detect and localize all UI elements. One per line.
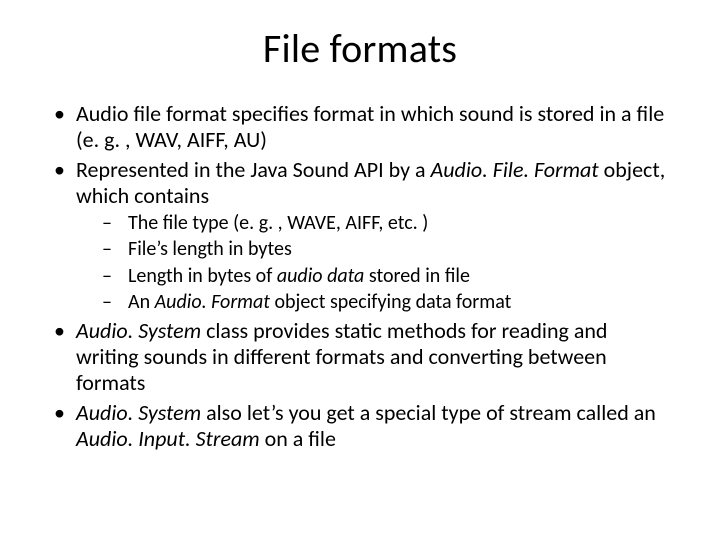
emphasis-text: Audio. System [76, 317, 201, 344]
bullet-text: object specifying data format [270, 290, 511, 314]
bullet-text: Audio file format specifies format in wh… [76, 100, 664, 153]
bullet-text: File’s length in bytes [128, 237, 292, 261]
bullet-list: Audio file format specifies format in wh… [50, 101, 670, 452]
sub-bullet-item: File’s length in bytes [76, 237, 670, 261]
bullet-item: Audio file format specifies format in wh… [50, 101, 670, 153]
bullet-text: stored in file [364, 264, 470, 288]
emphasis-text: Audio. System [76, 399, 201, 426]
sub-bullet-list: The file type (e. g. , WAVE, AIFF, etc. … [76, 211, 670, 315]
sub-bullet-item: The file type (e. g. , WAVE, AIFF, etc. … [76, 211, 670, 235]
slide-title: File formats [50, 24, 670, 73]
bullet-item: Audio. System class provides static meth… [50, 318, 670, 396]
bullet-text: also let’s you get a special type of str… [201, 399, 656, 426]
bullet-text: on a file [260, 425, 336, 452]
sub-bullet-item: Length in bytes of audio data stored in … [76, 264, 670, 288]
sub-bullet-item: An Audio. Format object specifying data … [76, 290, 670, 314]
emphasis-text: Audio. File. Format [431, 156, 599, 183]
emphasis-text: Audio. Format [155, 290, 270, 314]
slide: File formats Audio file format specifies… [0, 0, 720, 540]
bullet-text: Represented in the Java Sound API by a [76, 156, 431, 183]
bullet-item: Represented in the Java Sound API by a A… [50, 157, 670, 314]
emphasis-text: audio data [277, 264, 365, 288]
bullet-text: An [128, 290, 155, 314]
bullet-text: Length in bytes of [128, 264, 277, 288]
bullet-item: Audio. System also let’s you get a speci… [50, 400, 670, 452]
emphasis-text: Audio. Input. Stream [76, 425, 260, 452]
bullet-text: The file type (e. g. , WAVE, AIFF, etc. … [128, 211, 428, 235]
